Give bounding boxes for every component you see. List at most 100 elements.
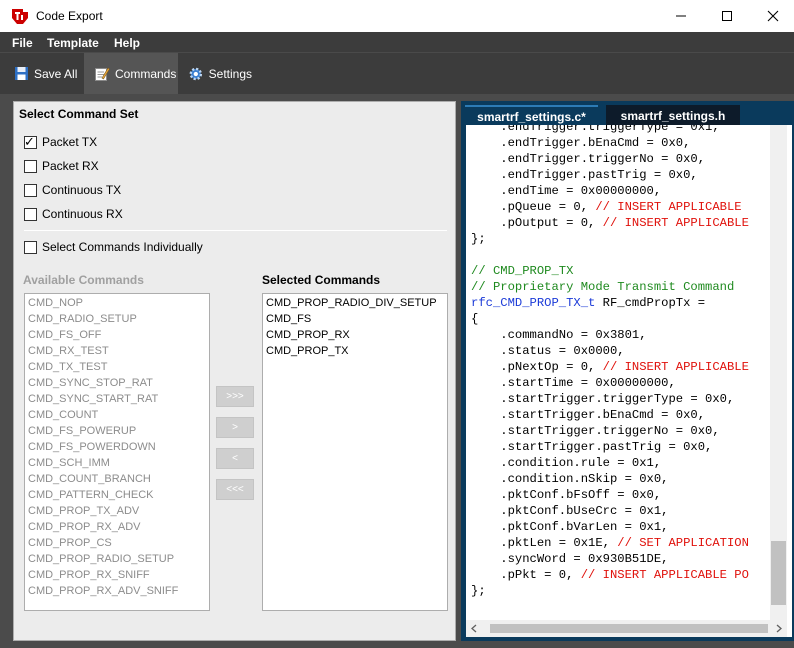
checkbox-box[interactable] — [24, 240, 37, 254]
save-all-label: Save All — [34, 66, 78, 81]
gear-icon — [189, 67, 203, 80]
list-item[interactable]: CMD_PATTERN_CHECK — [25, 487, 209, 503]
code-token: // Proprietary Mode Transmit Command — [471, 280, 735, 294]
list-item[interactable]: CMD_RADIO_SETUP — [25, 311, 209, 327]
remove-all-button[interactable]: <<< — [216, 479, 254, 500]
window-title: Code Export — [36, 9, 103, 23]
checkbox-box[interactable] — [24, 207, 37, 221]
code-text-area[interactable]: .endTrigger.triggerType = 0x1, .endTrigg… — [466, 125, 792, 637]
menu-bar: File Template Help — [0, 32, 794, 52]
code-token: .pktLen = 0x1E, — [471, 536, 618, 550]
code-token: .startTime = 0x00000000, — [471, 376, 676, 390]
scroll-right-arrow-icon[interactable] — [775, 624, 783, 633]
list-item[interactable]: CMD_SYNC_STOP_RAT — [25, 375, 209, 391]
checkbox-continuous-rx[interactable]: Continuous RX — [24, 207, 123, 221]
list-item[interactable]: CMD_RX_TEST — [25, 343, 209, 359]
checkbox-box[interactable] — [24, 159, 37, 173]
scrollbar-thumb[interactable] — [771, 541, 786, 605]
code-line: .pQueue = 0, // INSERT APPLICABLE — [471, 199, 771, 215]
code-line: .commandNo = 0x3801, — [471, 327, 771, 343]
list-item[interactable]: CMD_PROP_RADIO_DIV_SETUP — [263, 295, 447, 311]
code-token: }; — [471, 584, 486, 598]
code-token: .status = 0x0000, — [471, 344, 625, 358]
code-lines: .endTrigger.triggerType = 0x1, .endTrigg… — [471, 125, 771, 599]
list-item[interactable]: CMD_PROP_RX_ADV — [25, 519, 209, 535]
checkbox-label: Continuous TX — [42, 183, 122, 197]
scrollbar-thumb[interactable] — [490, 624, 768, 633]
checkbox-packet-tx[interactable]: ✓ Packet TX — [24, 133, 98, 149]
toolbar: Save All Commands Settings — [0, 52, 794, 94]
list-item[interactable]: CMD_FS_POWERDOWN — [25, 439, 209, 455]
code-token: .pQueue = 0, — [471, 200, 596, 214]
save-all-button[interactable]: Save All — [10, 53, 82, 94]
settings-button[interactable]: Settings — [186, 53, 252, 94]
code-line: .pktConf.bFsOff = 0x0, — [471, 487, 771, 503]
checkbox-continuous-tx[interactable]: Continuous TX — [24, 183, 121, 197]
list-item[interactable]: CMD_FS — [263, 311, 447, 327]
code-line: .startTrigger.triggerNo = 0x0, — [471, 423, 771, 439]
code-token: .endTrigger.bEnaCmd = 0x0, — [471, 136, 691, 150]
code-line: .endTrigger.bEnaCmd = 0x0, — [471, 135, 771, 151]
selected-commands-list[interactable]: CMD_PROP_RADIO_DIV_SETUP CMD_FS CMD_PROP… — [262, 293, 448, 611]
list-item[interactable]: CMD_PROP_CS — [25, 535, 209, 551]
code-line: .pktConf.bVarLen = 0x1, — [471, 519, 771, 535]
list-item[interactable]: CMD_PROP_RX — [263, 327, 447, 343]
list-item[interactable]: CMD_COUNT_BRANCH — [25, 471, 209, 487]
close-button[interactable] — [750, 0, 794, 32]
code-line: .startTrigger.pastTrig = 0x0, — [471, 439, 771, 455]
tab-smartrf-settings-c[interactable]: smartrf_settings.c* — [465, 105, 598, 127]
checkbox-label: Select Commands Individually — [42, 240, 203, 254]
tab-smartrf-settings-h[interactable]: smartrf_settings.h — [606, 105, 740, 127]
menu-template[interactable]: Template — [47, 36, 99, 50]
remove-button[interactable]: < — [216, 448, 254, 469]
code-token: // INSERT APPLICABLE — [602, 216, 749, 230]
code-line: .pOutput = 0, // INSERT APPLICABLE — [471, 215, 771, 231]
code-token: .condition.rule = 0x1, — [471, 456, 662, 470]
available-commands-list[interactable]: CMD_NOP CMD_RADIO_SETUP CMD_FS_OFF CMD_R… — [24, 293, 210, 611]
checkbox-box[interactable]: ✓ — [24, 133, 37, 149]
list-item[interactable]: CMD_SYNC_START_RAT — [25, 391, 209, 407]
list-item[interactable]: CMD_PROP_RADIO_SETUP — [25, 551, 209, 567]
checkbox-packet-rx[interactable]: Packet RX — [24, 159, 99, 173]
scroll-left-arrow-icon[interactable] — [470, 624, 478, 633]
list-item[interactable]: CMD_FS_POWERUP — [25, 423, 209, 439]
add-all-button[interactable]: >>> — [216, 386, 254, 407]
code-line: .condition.rule = 0x1, — [471, 455, 771, 471]
code-token: .condition.nSkip = 0x0, — [471, 472, 669, 486]
list-item[interactable]: CMD_COUNT — [25, 407, 209, 423]
code-token: .endTrigger.triggerNo = 0x0, — [471, 152, 706, 166]
list-item[interactable]: CMD_FS_OFF — [25, 327, 209, 343]
vertical-scrollbar[interactable] — [770, 125, 787, 621]
checkbox-box[interactable] — [24, 183, 37, 197]
maximize-button[interactable] — [704, 0, 750, 32]
code-token: .startTrigger.pastTrig = 0x0, — [471, 440, 713, 454]
list-item[interactable]: CMD_PROP_TX_ADV — [25, 503, 209, 519]
divider — [24, 230, 447, 231]
checkbox-label: Packet RX — [42, 159, 99, 173]
checkbox-select-individually[interactable]: Select Commands Individually — [24, 240, 203, 254]
code-token: // INSERT APPLICABLE PO — [580, 568, 749, 582]
code-token: { — [471, 312, 479, 326]
list-item[interactable]: CMD_SCH_IMM — [25, 455, 209, 471]
list-item[interactable]: CMD_TX_TEST — [25, 359, 209, 375]
horizontal-scrollbar[interactable] — [466, 620, 787, 637]
checkbox-label: Packet TX — [42, 135, 98, 149]
code-token: // SET APPLICATION — [617, 536, 749, 550]
list-item[interactable]: CMD_PROP_TX — [263, 343, 447, 359]
commands-label: Commands — [115, 66, 177, 81]
menu-help[interactable]: Help — [114, 36, 140, 50]
maximize-icon — [722, 11, 732, 21]
code-token: // INSERT APPLICABLE — [602, 360, 749, 374]
menu-file[interactable]: File — [12, 36, 33, 50]
minimize-button[interactable] — [658, 0, 704, 32]
code-token: .pktConf.bVarLen = 0x1, — [471, 520, 669, 534]
add-button[interactable]: > — [216, 417, 254, 438]
code-line: .startTrigger.triggerType = 0x0, — [471, 391, 771, 407]
list-item[interactable]: CMD_PROP_RX_SNIFF — [25, 567, 209, 583]
commands-button[interactable]: Commands — [84, 53, 178, 94]
list-item[interactable]: CMD_PROP_RX_ADV_SNIFF — [25, 583, 209, 599]
code-token: .commandNo = 0x3801, — [471, 328, 647, 342]
list-item[interactable]: CMD_NOP — [25, 295, 209, 311]
check-mark-icon: ✓ — [24, 133, 35, 149]
code-editor: smartrf_settings.c* smartrf_settings.h .… — [461, 101, 794, 641]
